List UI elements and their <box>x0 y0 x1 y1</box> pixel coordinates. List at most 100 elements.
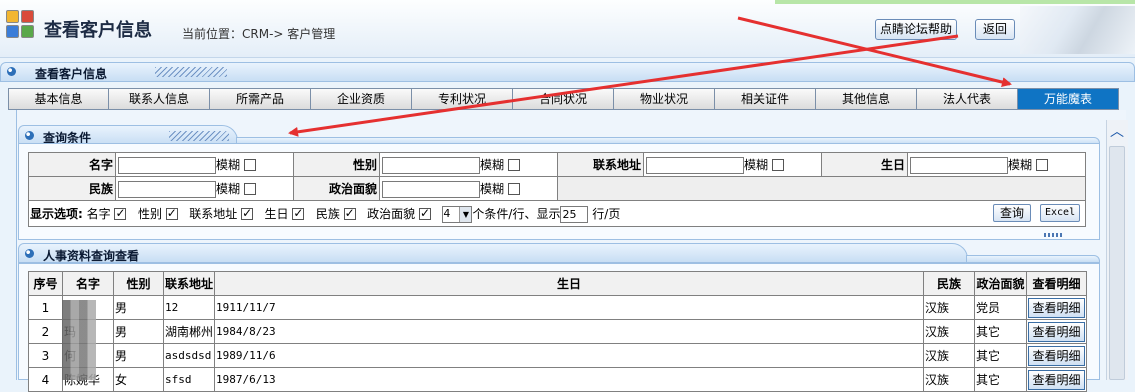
section-title: 查看客户信息 <box>35 67 108 81</box>
cell-gender: 男 <box>113 343 164 368</box>
cell-no: 3 <box>28 343 63 368</box>
table-row: 2 玛 男 湖南郴州 1984/8/23 汉族 其它 查看明细 <box>28 319 1087 344</box>
results-title-extension <box>966 255 1100 263</box>
option-label-politics: 政治面貌 <box>367 206 416 221</box>
scroll-up-arrow-icon[interactable]: ︿ <box>1107 122 1127 142</box>
option-label-ethnicity: 民族 <box>315 206 340 221</box>
view-detail-button[interactable]: 查看明细 <box>1028 345 1085 366</box>
gender-fuzzy-checkbox[interactable] <box>507 159 520 171</box>
cell-address: asdsdsd <box>163 343 215 368</box>
cell-address: 12 <box>163 295 215 320</box>
option-label-name: 名字 <box>86 206 111 221</box>
back-button[interactable]: 返回 <box>975 19 1015 40</box>
name-input[interactable] <box>118 156 216 174</box>
resize-grip-icon[interactable] <box>1044 233 1064 237</box>
help-button[interactable]: 点睛论坛帮助 <box>875 19 957 40</box>
tab-basic-info[interactable]: 基本信息 <box>8 88 109 110</box>
bullet-icon <box>25 249 34 258</box>
cell-birthday: 1984/8/23 <box>214 319 924 344</box>
tab-magic-table[interactable]: 万能魔表 <box>1018 88 1119 110</box>
app-logo-icon <box>6 10 36 42</box>
handshake-banner-image <box>1020 6 1135 54</box>
display-options-row: 显示选项: 名字 性别 联系地址 生日 民族 政治面貌 4▼个条件/行、显示25… <box>28 200 1086 227</box>
tab-contacts[interactable]: 联系人信息 <box>109 88 210 110</box>
option-label-gender: 性别 <box>137 206 162 221</box>
title-hatch-decoration <box>155 67 227 77</box>
birthday-fuzzy-checkbox[interactable] <box>1035 159 1048 171</box>
redaction-block <box>62 300 96 380</box>
col-header-ethnicity: 民族 <box>923 271 975 296</box>
col-header-gender: 性别 <box>113 271 164 296</box>
cell-gender: 男 <box>113 319 164 344</box>
top-accent-strip <box>775 0 1135 4</box>
query-title-bar: 查询条件 <box>18 125 238 145</box>
tab-products[interactable]: 所需产品 <box>210 88 311 110</box>
politics-input[interactable] <box>382 180 480 198</box>
fuzzy-label: 模糊 <box>480 157 505 172</box>
dropdown-arrow-icon: ▼ <box>459 206 472 222</box>
ethnicity-input[interactable] <box>118 180 216 198</box>
cell-birthday: 1911/11/7 <box>214 295 924 320</box>
cell-detail: 查看明细 <box>1026 343 1087 368</box>
field-label-gender: 性别 <box>293 152 380 177</box>
option-name-checkbox[interactable] <box>114 206 127 220</box>
gender-input[interactable] <box>382 156 480 174</box>
field-label-name: 名字 <box>28 152 116 177</box>
option-label-address: 联系地址 <box>189 206 238 221</box>
vertical-scrollbar[interactable]: ︿ <box>1106 120 1128 380</box>
cell-no: 1 <box>28 295 63 320</box>
col-header-politics: 政治面貌 <box>974 271 1027 296</box>
results-table: 序号 名字 性别 联系地址 生日 民族 政治面貌 查看明细 1 男 12 191… <box>28 271 1087 392</box>
col-header-birthday: 生日 <box>214 271 924 296</box>
tab-contracts[interactable]: 合同状况 <box>513 88 614 110</box>
cell-ethnicity: 汉族 <box>923 319 975 344</box>
field-label-birthday: 生日 <box>821 152 908 177</box>
bullet-icon <box>7 67 16 76</box>
per-row-select[interactable]: 4 ▼ <box>442 205 473 223</box>
politics-fuzzy-checkbox[interactable] <box>507 183 520 195</box>
scrollbar-thumb[interactable] <box>1109 146 1125 380</box>
address-input[interactable] <box>646 156 744 174</box>
tab-certificates[interactable]: 相关证件 <box>715 88 816 110</box>
fuzzy-label: 模糊 <box>744 157 769 172</box>
tab-qualification[interactable]: 企业资质 <box>311 88 412 110</box>
display-options-label: 显示选项: <box>30 206 83 221</box>
page-size-input[interactable]: 25 <box>560 205 589 223</box>
cell-ethnicity: 汉族 <box>923 343 975 368</box>
name-fuzzy-checkbox[interactable] <box>243 159 256 171</box>
cell-detail: 查看明细 <box>1026 319 1087 344</box>
birthday-input[interactable] <box>910 156 1008 174</box>
cell-detail: 查看明细 <box>1026 295 1087 320</box>
title-hatch-decoration <box>169 131 229 141</box>
table-header-row: 序号 名字 性别 联系地址 生日 民族 政治面貌 查看明细 <box>28 271 1087 296</box>
tab-bar: 基本信息 联系人信息 所需产品 企业资质 专利状况 合同状况 物业状况 相关证件… <box>8 88 1120 110</box>
option-birthday-checkbox[interactable] <box>292 206 305 220</box>
option-ethnicity-checkbox[interactable] <box>343 206 356 220</box>
tab-patents[interactable]: 专利状况 <box>412 88 513 110</box>
ethnicity-fuzzy-checkbox[interactable] <box>243 183 256 195</box>
table-row: 1 男 12 1911/11/7 汉族 党员 查看明细 <box>28 295 1087 320</box>
field-label-ethnicity: 民族 <box>28 176 116 201</box>
option-politics-checkbox[interactable] <box>418 206 431 220</box>
results-title-bar: 人事资料查询查看 <box>18 243 968 263</box>
view-detail-button[interactable]: 查看明细 <box>1028 321 1085 342</box>
col-header-name: 名字 <box>62 271 114 296</box>
tab-other-info[interactable]: 其他信息 <box>816 88 917 110</box>
empty-cell <box>557 176 1086 201</box>
option-label-birthday: 生日 <box>264 206 289 221</box>
per-row-text: 个条件/行、显示 <box>472 206 561 221</box>
page-suffix: 行/页 <box>592 206 621 221</box>
tab-legal-rep[interactable]: 法人代表 <box>917 88 1018 110</box>
search-button[interactable]: 查询 <box>993 204 1031 222</box>
address-fuzzy-checkbox[interactable] <box>771 159 784 171</box>
view-detail-button[interactable]: 查看明细 <box>1028 297 1085 318</box>
per-row-value: 4 <box>443 206 451 220</box>
app-header: 查看客户信息 当前位置：CRM-> 客户管理 点睛论坛帮助 返回 <box>0 0 1135 58</box>
option-address-checkbox[interactable] <box>241 206 254 220</box>
tab-property[interactable]: 物业状况 <box>614 88 715 110</box>
excel-export-button[interactable]: Excel <box>1040 204 1080 222</box>
cell-birthday: 1989/11/6 <box>214 343 924 368</box>
option-gender-checkbox[interactable] <box>165 206 178 220</box>
query-form: 名字 模糊 性别 模糊 联系地址 模糊 生日 模糊 民族 模糊 政治面貌 模糊 <box>28 152 1086 227</box>
fuzzy-label: 模糊 <box>480 181 505 196</box>
